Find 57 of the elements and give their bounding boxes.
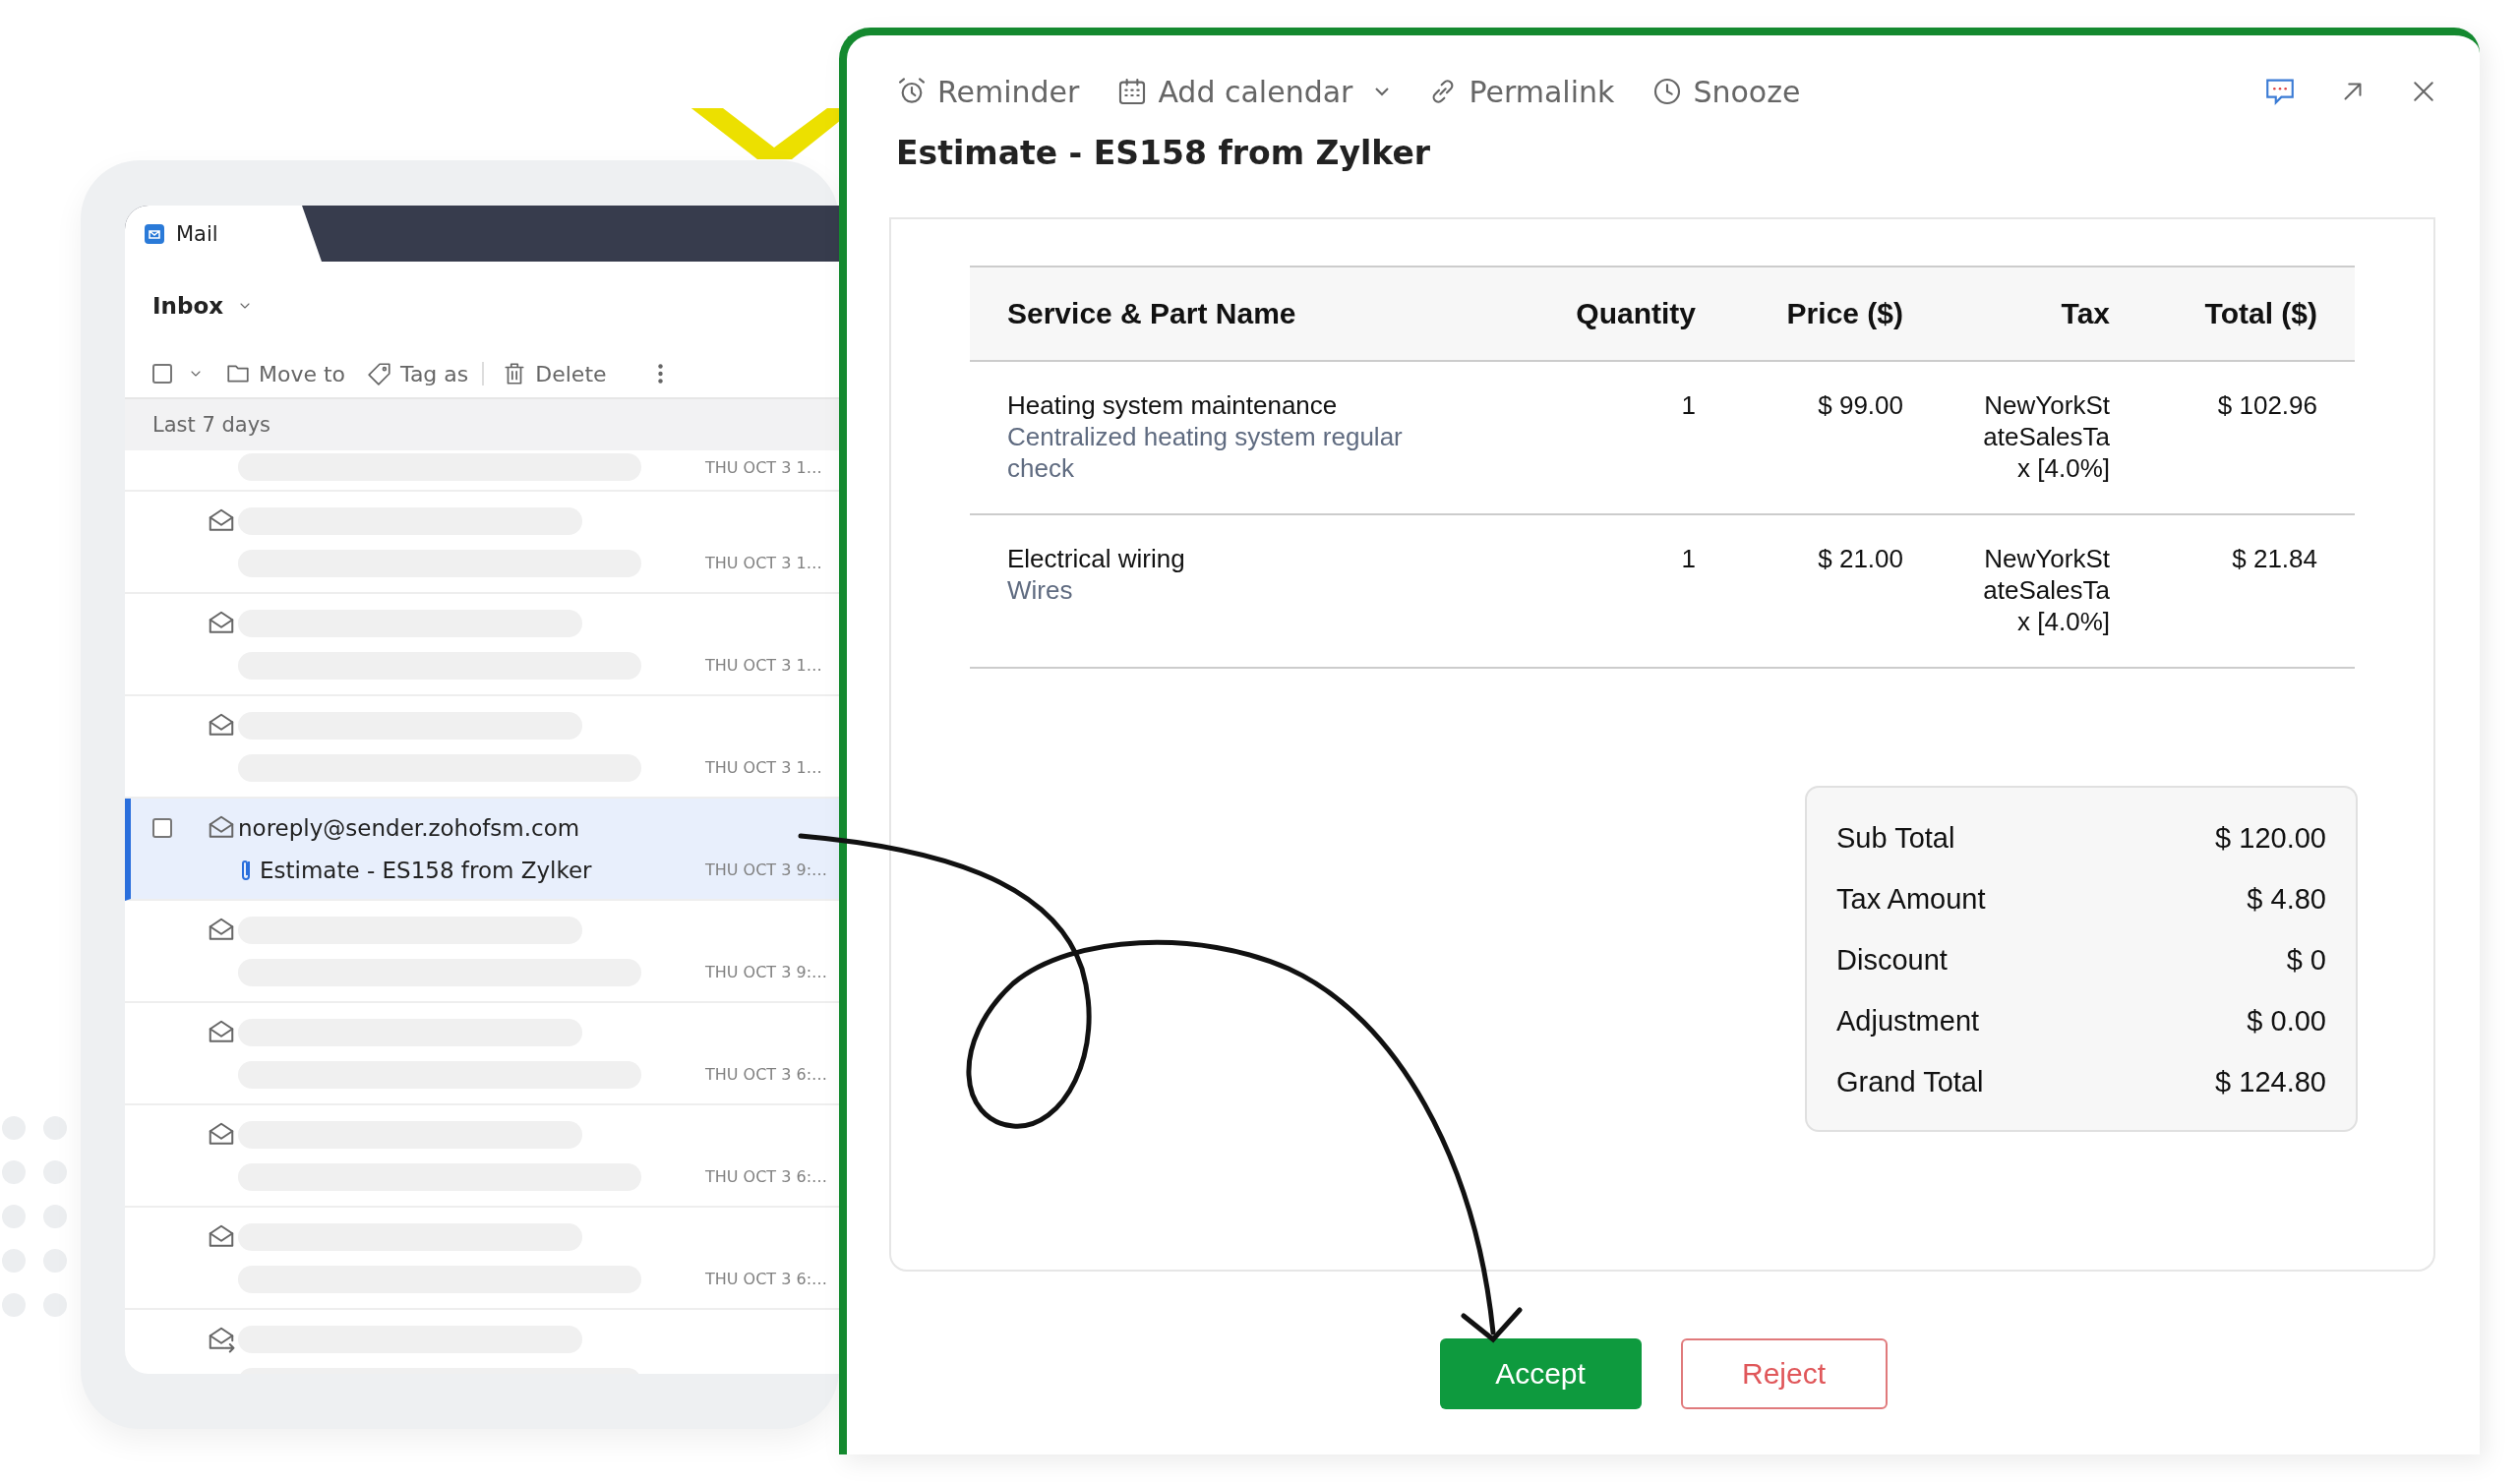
table-cell: NewYorkStateSalesTax [4.0%] bbox=[1982, 389, 2110, 484]
calendar-button[interactable]: Add calendar bbox=[1116, 74, 1391, 109]
message-date: THU OCT 3 9:… bbox=[705, 860, 829, 879]
message-date: THU OCT 3 9:… bbox=[705, 963, 829, 981]
table-cell-text: $ 21.84 bbox=[2231, 543, 2317, 574]
item-name: Heating system maintenance bbox=[1007, 389, 1339, 421]
item-name: Electrical wiring bbox=[1007, 543, 1186, 574]
folder-name[interactable]: Inbox bbox=[152, 293, 224, 319]
message-row[interactable]: noreply@sender.zohofsm.com Estimate - ES158 from Zylker THU OCT 3 9:… bbox=[125, 799, 839, 901]
total-label: Discount bbox=[1836, 943, 1948, 977]
column-header: Tax bbox=[2060, 297, 2110, 330]
message-date: THU OCT 3 1… bbox=[705, 457, 823, 477]
message-title: Estimate - ES158 from Zylker bbox=[896, 134, 1432, 172]
total-value: $ 0.00 bbox=[2247, 1004, 2326, 1038]
item-description: Centralized heating system regular check bbox=[1007, 421, 1404, 484]
reminder-button[interactable]: Reminder bbox=[896, 74, 1080, 109]
section-header: Last 7 days bbox=[125, 399, 839, 450]
message-subject: Estimate - ES158 from Zylker bbox=[260, 857, 592, 883]
message-date: THU OCT 3 1… bbox=[705, 758, 823, 777]
table-cell: NewYorkStateSalesTax [4.0%] bbox=[1982, 543, 2110, 637]
total-label: Grand Total bbox=[1836, 1065, 1984, 1098]
app-tab[interactable]: Mail bbox=[125, 206, 322, 262]
table-cell-text: 1 bbox=[1680, 543, 1696, 574]
total-value: $ 0 bbox=[2286, 943, 2326, 977]
tag-icon bbox=[367, 361, 393, 386]
total-label: Tax Amount bbox=[1836, 882, 1986, 916]
message-sender: noreply@sender.zohofsm.com bbox=[238, 814, 581, 841]
snooze-button[interactable]: Snooze bbox=[1651, 74, 1801, 109]
table-cell-text: $ 102.96 bbox=[2216, 389, 2317, 421]
message-date: THU OCT 3 1… bbox=[705, 656, 823, 675]
total-value: $ 120.00 bbox=[2215, 821, 2326, 855]
delete-button[interactable]: Delete bbox=[502, 361, 607, 386]
more-icon[interactable] bbox=[657, 364, 663, 384]
message-date: THU OCT 3 6:… bbox=[705, 1167, 829, 1186]
checkbox[interactable] bbox=[152, 817, 172, 838]
total-label: Sub Total bbox=[1836, 821, 1955, 855]
message-date: THU OCT 3 1… bbox=[705, 554, 823, 572]
table-cell-text: $ 99.00 bbox=[1817, 389, 1903, 421]
message-date: THU OCT 3 6:… bbox=[705, 1270, 829, 1288]
mail-app-icon bbox=[145, 223, 164, 244]
item-description: Wires bbox=[1007, 574, 1074, 606]
accept-button[interactable]: Accept bbox=[1439, 1338, 1642, 1409]
reject-button[interactable]: Reject bbox=[1680, 1338, 1888, 1409]
column-header: Price ($) bbox=[1785, 297, 1903, 330]
total-value: $ 4.80 bbox=[2247, 882, 2326, 916]
permalink-button[interactable]: Permalink bbox=[1427, 74, 1615, 109]
table-cell-text: 1 bbox=[1680, 389, 1696, 421]
total-value: $ 124.80 bbox=[2215, 1065, 2326, 1098]
total-label: Adjustment bbox=[1836, 1004, 1980, 1038]
select-all-checkbox[interactable] bbox=[152, 364, 172, 384]
column-header: Quantity bbox=[1575, 297, 1696, 330]
table-cell-text: $ 21.00 bbox=[1817, 543, 1903, 574]
column-header: Service & Part Name bbox=[1007, 297, 1297, 330]
tag-button[interactable]: Tag as bbox=[367, 361, 469, 386]
message-date: THU OCT 3 6:… bbox=[705, 1065, 829, 1084]
column-header: Total ($) bbox=[2203, 297, 2317, 330]
move-button[interactable]: Move to bbox=[225, 361, 346, 386]
